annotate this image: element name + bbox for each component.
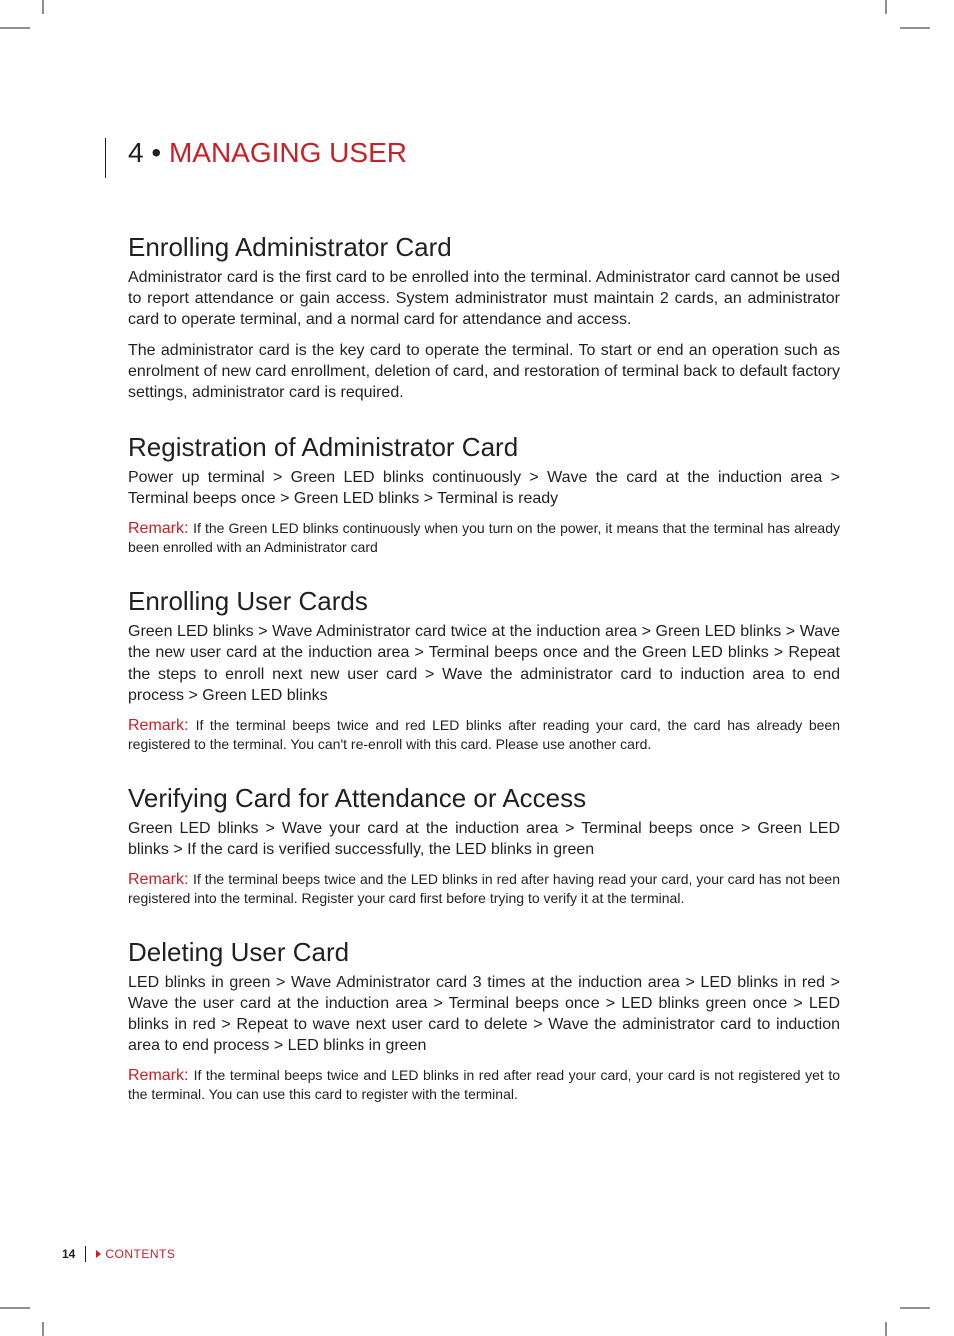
section-heading: Verifying Card for Attendance or Access: [128, 784, 840, 814]
remark-text: If the terminal beeps twice and LED blin…: [128, 1067, 840, 1102]
remark-label: Remark:: [128, 871, 188, 888]
remark-label: Remark:: [128, 717, 188, 734]
remark: Remark: If the terminal beeps twice and …: [128, 716, 840, 754]
chapter-heading: 4 • MANAGING USER: [128, 138, 840, 169]
section-heading: Enrolling User Cards: [128, 587, 840, 617]
remark-text: If the Green LED blinks continuously whe…: [128, 520, 840, 555]
section-heading: Enrolling Administrator Card: [128, 233, 840, 263]
page-footer: 14 CONTENTS: [62, 1245, 462, 1263]
chapter-title: MANAGING USER: [169, 137, 407, 168]
chapter-number: 4 •: [128, 137, 161, 168]
contents-link[interactable]: CONTENTS: [105, 1247, 175, 1261]
remark-text: If the terminal beeps twice and the LED …: [128, 871, 840, 906]
page-number: 14: [62, 1247, 85, 1261]
crop-mark-br: [856, 1276, 954, 1336]
body-paragraph: Administrator card is the first card to …: [128, 267, 840, 330]
body-paragraph: Power up terminal > Green LED blinks con…: [128, 467, 840, 509]
body-paragraph: The administrator card is the key card t…: [128, 340, 840, 403]
crop-mark-tr: [856, 0, 954, 60]
footer-separator: [85, 1246, 86, 1262]
body-paragraph: Green LED blinks > Wave Administrator ca…: [128, 621, 840, 705]
section-heading: Registration of Administrator Card: [128, 433, 840, 463]
chapter-rule: [105, 138, 106, 178]
section-heading: Deleting User Card: [128, 938, 840, 968]
remark-label: Remark:: [128, 1067, 188, 1084]
page-content: 4 • MANAGING USER Enrolling Administrato…: [128, 138, 840, 1114]
crop-mark-tl: [0, 0, 60, 60]
remark-label: Remark:: [128, 520, 188, 537]
remark-text: If the terminal beeps twice and red LED …: [128, 717, 840, 752]
body-paragraph: LED blinks in green > Wave Administrator…: [128, 972, 840, 1056]
crop-mark-bl: [0, 1276, 60, 1336]
triangle-icon: [96, 1250, 101, 1258]
remark: Remark: If the Green LED blinks continuo…: [128, 519, 840, 557]
remark: Remark: If the terminal beeps twice and …: [128, 1066, 840, 1104]
body-paragraph: Green LED blinks > Wave your card at the…: [128, 818, 840, 860]
remark: Remark: If the terminal beeps twice and …: [128, 870, 840, 908]
